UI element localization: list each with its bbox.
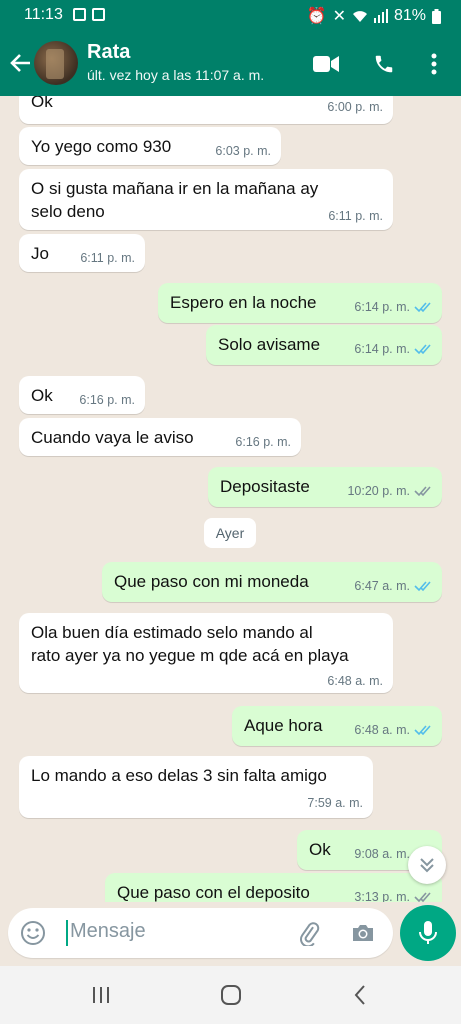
video-call-icon[interactable] (312, 50, 340, 78)
attach-icon[interactable] (296, 920, 322, 946)
message-text: Cuando vaya le aviso (31, 428, 194, 447)
message-time: 6:48 a. m. (327, 674, 383, 688)
message-text-line2: selo deno (31, 202, 105, 221)
scroll-to-bottom-button[interactable] (408, 846, 446, 884)
status-time: 11:13 (24, 6, 63, 23)
message-text: Que paso con el deposito (117, 883, 310, 902)
message-text: Ok (309, 840, 331, 859)
delivered-receipt-icon (414, 892, 431, 902)
voice-call-icon[interactable] (370, 50, 398, 78)
message-text: Yo yego como 930 (31, 137, 172, 156)
message-text: O si gusta mañana ir en la mañana ay (31, 179, 319, 198)
message-time: 6:48 a. m. (354, 723, 410, 737)
recent-apps-button[interactable] (88, 982, 114, 1008)
message-time: 6:47 a. m. (354, 579, 410, 593)
message-time: 6:14 p. m. (354, 342, 410, 356)
read-receipt-icon (414, 581, 431, 592)
message-time: 7:59 a. m. (307, 796, 363, 810)
gallery-notification-icon (73, 8, 86, 21)
home-icon (221, 985, 241, 1005)
message-text: Ola buen día estimado selo mando al (31, 623, 313, 642)
message-outgoing[interactable]: Aque hora 6:48 a. m. (232, 706, 442, 746)
emoji-icon[interactable] (20, 920, 46, 946)
date-separator: Ayer (204, 518, 256, 548)
message-outgoing[interactable]: Depositaste 10:20 p. m. (208, 467, 442, 507)
message-text: Solo avisame (218, 335, 321, 354)
more-options-icon[interactable] (420, 50, 448, 78)
contact-name[interactable]: Rata (87, 41, 130, 64)
message-outgoing[interactable]: Solo avisame 6:14 p. m. (206, 325, 442, 365)
text-cursor (66, 920, 68, 946)
message-incoming[interactable]: Jo 6:11 p. m. (19, 234, 145, 272)
message-incoming[interactable]: Ok 6:00 p. m. (19, 96, 393, 124)
message-text: Lo mando a eso delas 3 sin falta amigo (31, 766, 327, 785)
signal-icon (373, 9, 388, 23)
message-time: 6:16 p. m. (235, 435, 291, 449)
battery-level: 81% (393, 7, 426, 24)
message-incoming[interactable]: Yo yego como 930 6:03 p. m. (19, 127, 281, 165)
message-text: Depositaste (220, 477, 310, 496)
back-button[interactable] (347, 982, 373, 1008)
recent-apps-icon (93, 987, 109, 1003)
read-receipt-icon (414, 344, 431, 355)
message-compose-bar: Mensaje (8, 908, 393, 958)
message-time: 3:13 p. m. (354, 890, 410, 902)
message-time: 10:20 p. m. (347, 484, 410, 498)
delivered-receipt-icon (414, 486, 431, 497)
alarm-icon: ⏰ (306, 8, 327, 25)
mute-icon: ✕ (332, 8, 346, 25)
message-incoming[interactable]: Ok 6:16 p. m. (19, 376, 145, 414)
voice-message-button[interactable] (400, 905, 456, 961)
message-input[interactable]: Mensaje (70, 920, 146, 943)
wifi-icon (352, 11, 367, 22)
message-time: 6:03 p. m. (215, 144, 271, 158)
message-time: 6:11 p. m. (328, 209, 383, 223)
chat-header: Rata últ. vez hoy a las 11:07 a. m. (0, 32, 461, 96)
system-navigation-bar (0, 966, 461, 1024)
message-outgoing[interactable]: Que paso con el deposito 3:13 p. m. (105, 873, 442, 902)
message-text: Ok (31, 386, 53, 405)
read-receipt-icon (414, 725, 431, 736)
back-arrow-icon[interactable] (8, 48, 34, 78)
status-bar: 11:13 ⏰ ✕ 81% (0, 0, 461, 32)
message-outgoing[interactable]: Que paso con mi moneda 6:47 a. m. (102, 562, 442, 602)
message-text: Espero en la noche (170, 293, 317, 312)
last-seen-status[interactable]: últ. vez hoy a las 11:07 a. m. (87, 67, 264, 83)
message-time: 6:00 p. m. (327, 100, 383, 114)
microphone-icon (419, 921, 437, 944)
message-incoming[interactable]: Lo mando a eso delas 3 sin falta amigo 7… (19, 756, 373, 818)
message-text: Que paso con mi moneda (114, 572, 309, 591)
message-incoming[interactable]: Ola buen día estimado selo mando al rato… (19, 613, 393, 693)
message-time: 9:08 a. m. (354, 847, 410, 861)
message-text: Jo (31, 244, 49, 263)
home-button[interactable] (218, 982, 244, 1008)
message-time: 6:16 p. m. (79, 393, 135, 407)
message-text-line2: rato ayer ya no yegue m qde acá en playa (31, 646, 349, 665)
message-time: 6:11 p. m. (80, 251, 135, 265)
chat-area[interactable]: Ok 6:00 p. m. Yo yego como 930 6:03 p. m… (0, 96, 461, 902)
app-notification-icon (92, 8, 105, 21)
double-chevron-down-icon (420, 858, 434, 873)
back-chevron-icon (354, 985, 365, 1005)
contact-avatar[interactable] (34, 41, 78, 85)
message-time: 6:14 p. m. (354, 300, 410, 314)
message-incoming[interactable]: O si gusta mañana ir en la mañana ay sel… (19, 169, 393, 230)
message-incoming[interactable]: Cuando vaya le aviso 6:16 p. m. (19, 418, 301, 456)
message-text: Ok (31, 96, 53, 111)
message-text: Aque hora (244, 716, 323, 735)
camera-icon[interactable] (350, 920, 376, 946)
read-receipt-icon (414, 302, 431, 313)
battery-icon (432, 8, 441, 24)
message-outgoing[interactable]: Espero en la noche 6:14 p. m. (158, 283, 442, 323)
